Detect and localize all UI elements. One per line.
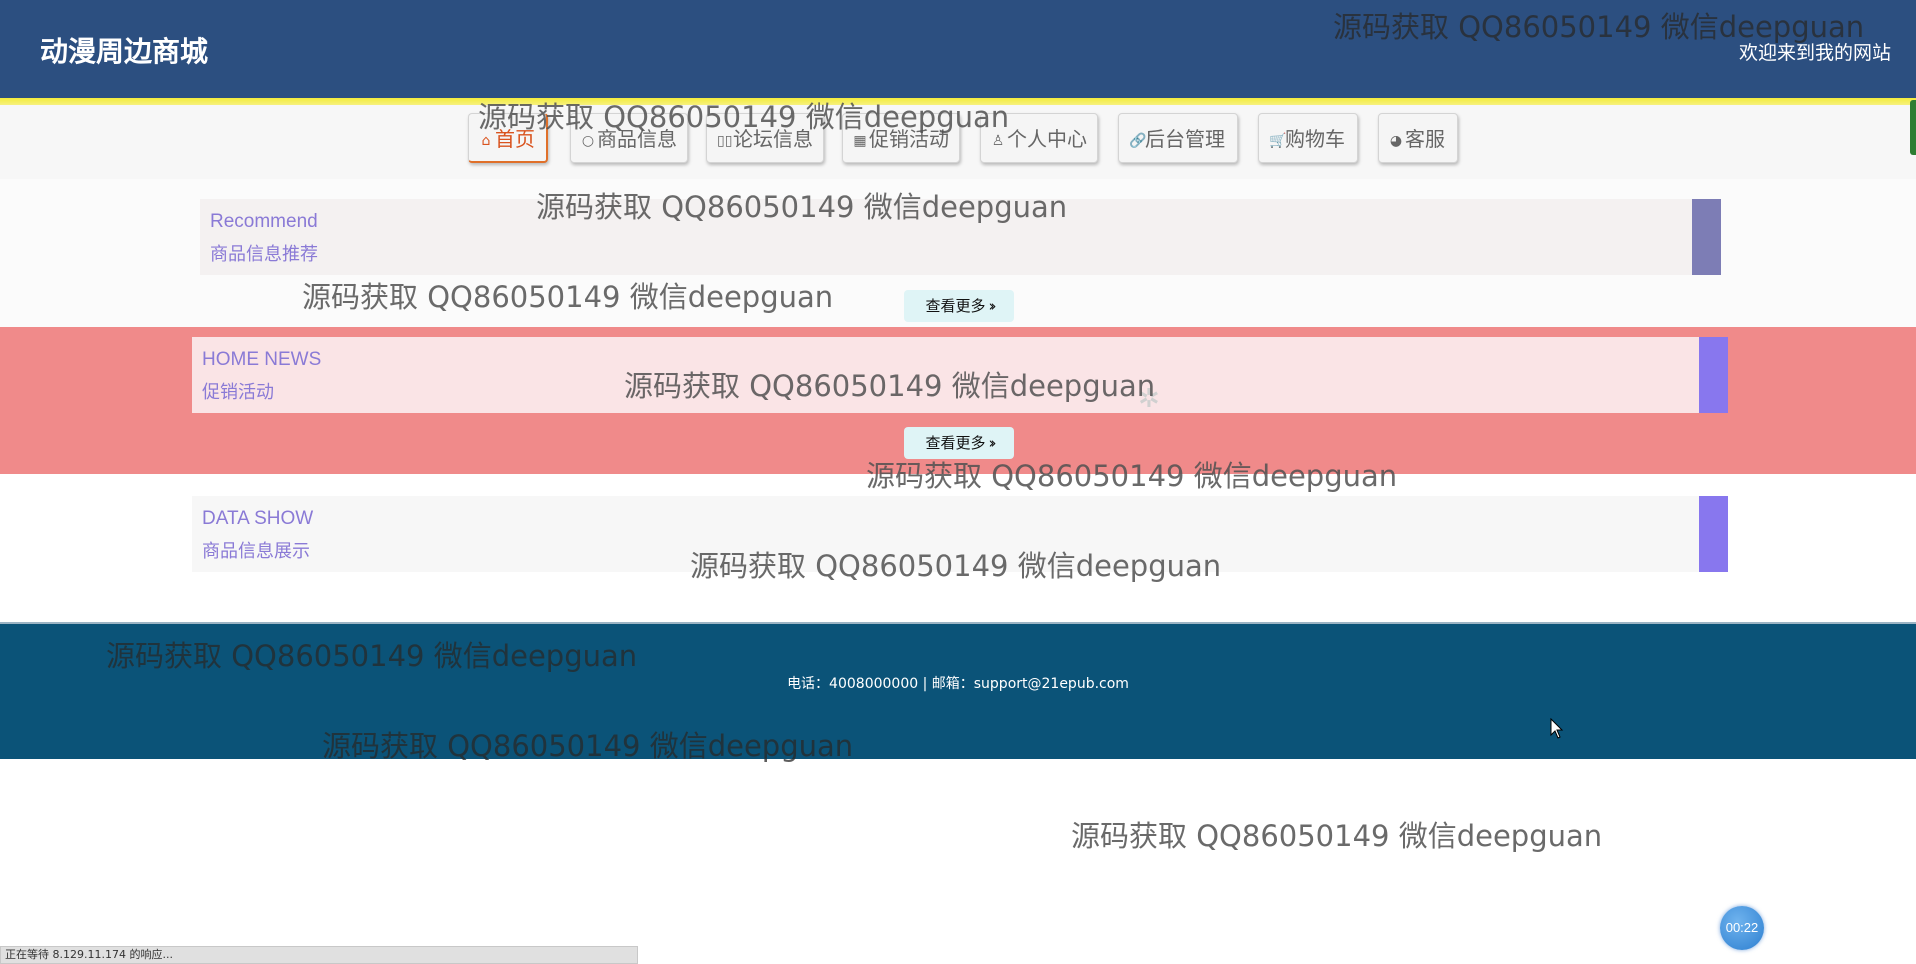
show-title-en: DATA SHOW xyxy=(202,508,314,529)
show-title-zh: 商品信息展示 xyxy=(202,541,310,562)
nav-support-label: 客服 xyxy=(1405,127,1445,151)
site-footer: 电话：4008000000 | 邮箱：support@21epub.com xyxy=(0,622,1916,759)
circle-icon: ○ xyxy=(581,133,595,149)
recommend-more-label: 查看更多 xyxy=(925,297,986,315)
recommend-title-en: Recommend xyxy=(210,211,318,232)
cart-icon: 🛒 xyxy=(1269,133,1287,149)
nav-home-label: 首页 xyxy=(495,127,535,151)
welcome-text: 欢迎来到我的网站 xyxy=(1738,42,1891,64)
mouse-cursor-icon xyxy=(1550,718,1564,739)
nav-forum[interactable]: ▯▯论坛信息 xyxy=(706,113,824,163)
browser-status-bar: 正在等待 8.129.11.174 的响应... xyxy=(0,946,638,964)
nav-products[interactable]: ○ 商品信息 xyxy=(570,113,688,163)
nav-home[interactable]: ⌂ 首页 xyxy=(468,113,548,163)
nav-products-label: 商品信息 xyxy=(597,127,677,151)
news-accent-bar xyxy=(1699,337,1728,413)
link-icon: 🔗 xyxy=(1129,133,1147,149)
show-accent-bar xyxy=(1699,496,1728,572)
double-chevron-right-icon: ›› xyxy=(988,297,997,315)
nav-promotions[interactable]: ▦ 促销活动 xyxy=(842,113,960,163)
loading-spinner-icon: ✲ xyxy=(1138,383,1160,413)
support-icon: ◕ xyxy=(1389,133,1403,149)
side-tab[interactable] xyxy=(1910,100,1916,155)
nav-admin[interactable]: 🔗后台管理 xyxy=(1118,113,1238,163)
recommend-heading: Recommend 商品信息推荐 xyxy=(200,199,1721,275)
recommend-more-button[interactable]: 查看更多 ›› xyxy=(904,290,1014,322)
main-nav: ⌂ 首页 ○ 商品信息 ▯▯论坛信息 ▦ 促销活动 ♙ 个人中心 🔗后台管理 🛒购物车 … xyxy=(0,105,1916,179)
news-title-zh: 促销活动 xyxy=(202,382,274,403)
nav-user-center-label: 个人中心 xyxy=(1007,127,1087,151)
nav-admin-label: 后台管理 xyxy=(1145,127,1225,151)
show-section: DATA SHOW 商品信息展示 xyxy=(0,474,1916,622)
nav-support[interactable]: ◕ 客服 xyxy=(1378,113,1458,163)
site-title[interactable]: 动漫周边商城 xyxy=(40,30,208,70)
nav-promotions-label: 促销活动 xyxy=(869,127,949,151)
recommend-section: Recommend 商品信息推荐 查看更多 ›› xyxy=(0,179,1916,327)
show-heading: DATA SHOW 商品信息展示 xyxy=(192,496,1728,572)
recording-timer[interactable]: 00:22 xyxy=(1720,906,1764,950)
calendar-icon: ▦ xyxy=(853,133,867,149)
double-chevron-right-icon: ›› xyxy=(988,434,997,452)
news-more-button[interactable]: 查看更多 ›› xyxy=(904,427,1014,459)
home-icon: ⌂ xyxy=(481,133,491,149)
recommend-title-zh: 商品信息推荐 xyxy=(210,244,318,265)
forum-icon: ▯▯ xyxy=(717,133,733,149)
news-more-label: 查看更多 xyxy=(925,434,986,452)
watermark-text: 源码获取 QQ86050149 微信deepguan xyxy=(1071,819,1603,853)
news-section: HOME NEWS 促销活动 ✲ 查看更多 ›› xyxy=(0,327,1916,474)
nav-cart-label: 购物车 xyxy=(1285,127,1345,151)
news-heading: HOME NEWS 促销活动 ✲ xyxy=(192,337,1728,413)
nav-user-center[interactable]: ♙ 个人中心 xyxy=(980,113,1098,163)
nav-forum-label: 论坛信息 xyxy=(733,127,813,151)
footer-contact: 电话：4008000000 | 邮箱：support@21epub.com xyxy=(787,676,1129,692)
site-header: 动漫周边商城 欢迎来到我的网站 xyxy=(0,0,1916,98)
nav-cart[interactable]: 🛒购物车 xyxy=(1258,113,1358,163)
news-title-en: HOME NEWS xyxy=(202,349,322,370)
user-icon: ♙ xyxy=(991,133,1005,149)
recommend-accent-bar xyxy=(1692,199,1721,275)
